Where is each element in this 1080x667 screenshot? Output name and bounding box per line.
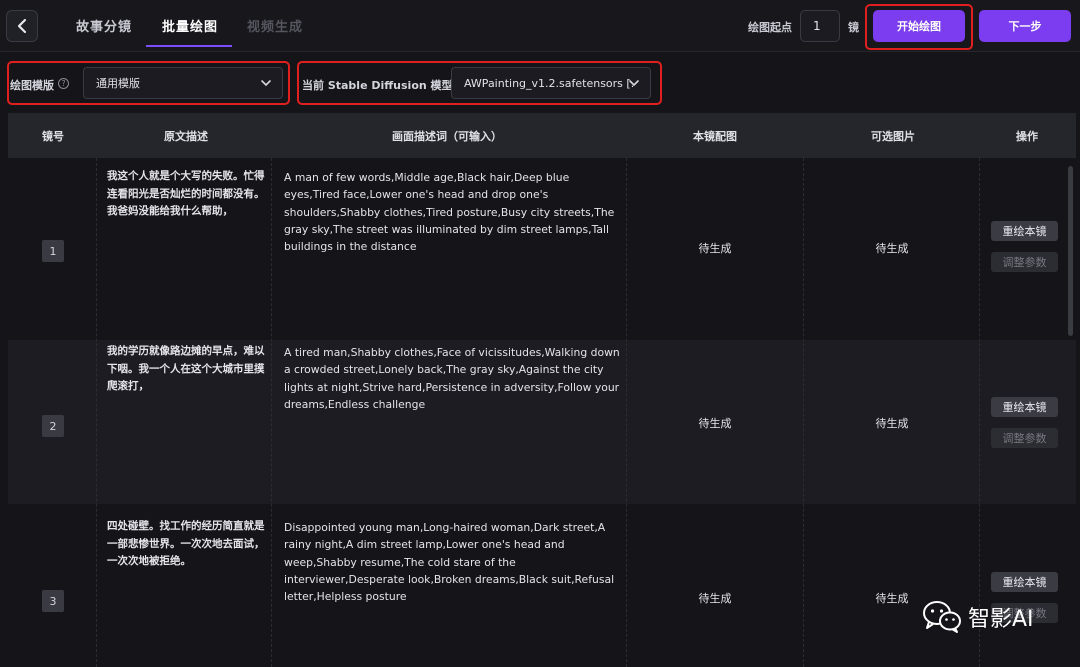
start-frame-label: 绘图起点: [748, 21, 792, 34]
redraw-button[interactable]: 重绘本镜: [991, 221, 1058, 241]
chevron-left-icon: [17, 18, 27, 34]
next-step-button[interactable]: 下一步: [979, 10, 1071, 42]
redraw-button[interactable]: 重绘本镜: [991, 572, 1058, 592]
watermark: 智影AI: [922, 600, 1034, 634]
header-image: 本镜配图: [693, 130, 737, 143]
options-status: 待生成: [875, 242, 909, 255]
original-text: 我这个人就是个大写的失败。忙得连看阳光是否灿烂的时间都没有。我爸妈没能给我什么帮…: [107, 170, 265, 217]
back-button[interactable]: [6, 10, 38, 42]
highlight-start-button: [865, 4, 973, 50]
table-scrollbar[interactable]: [1068, 166, 1073, 336]
prompt-text[interactable]: A man of few words,Middle age,Black hair…: [284, 169, 620, 255]
watermark-text: 智影AI: [968, 607, 1034, 632]
row-index: 3: [42, 590, 64, 612]
header-prompt: 画面描述词（可输入）: [392, 130, 502, 143]
image-status: 待生成: [698, 242, 732, 255]
header-original: 原文描述: [164, 130, 208, 143]
tab-storyboard[interactable]: 故事分镜: [76, 16, 132, 35]
adjust-params-button[interactable]: 调整参数: [991, 252, 1058, 272]
active-tab-indicator: [146, 45, 232, 47]
image-status: 待生成: [698, 417, 732, 430]
column-divider: [96, 158, 97, 667]
table-header: 镜号 原文描述 画面描述词（可输入） 本镜配图 可选图片 操作: [8, 113, 1076, 158]
row-index: 2: [42, 415, 64, 437]
column-divider: [626, 158, 627, 667]
highlight-template: [7, 61, 290, 105]
options-status: 待生成: [875, 592, 909, 605]
header-actions: 操作: [1016, 130, 1038, 143]
header-options: 可选图片: [871, 130, 915, 143]
options-status: 待生成: [875, 417, 909, 430]
original-text: 四处碰壁。找工作的经历简直就是一部悲惨世界。一次次地去面试，一次次地被拒绝。: [107, 520, 265, 567]
column-divider: [979, 158, 980, 667]
original-text: 我的学历就像路边摊的早点，难以下咽。我一个人在这个大城市里摸爬滚打，: [107, 345, 265, 392]
wechat-icon: [923, 601, 961, 633]
start-frame-input[interactable]: [800, 10, 840, 42]
column-divider: [803, 158, 804, 667]
tab-video-generation[interactable]: 视频生成: [247, 16, 303, 35]
adjust-params-button[interactable]: 调整参数: [991, 428, 1058, 448]
header-index: 镜号: [42, 130, 64, 143]
image-status: 待生成: [698, 592, 732, 605]
start-frame-unit: 镜: [848, 21, 859, 34]
highlight-model: [297, 61, 662, 105]
tab-batch-drawing[interactable]: 批量绘图: [162, 16, 218, 35]
column-divider: [271, 158, 272, 667]
redraw-button[interactable]: 重绘本镜: [991, 397, 1058, 417]
prompt-text[interactable]: A tired man,Shabby clothes,Face of vicis…: [284, 344, 620, 413]
prompt-text[interactable]: Disappointed young man,Long-haired woman…: [284, 519, 620, 605]
row-index: 1: [42, 240, 64, 262]
